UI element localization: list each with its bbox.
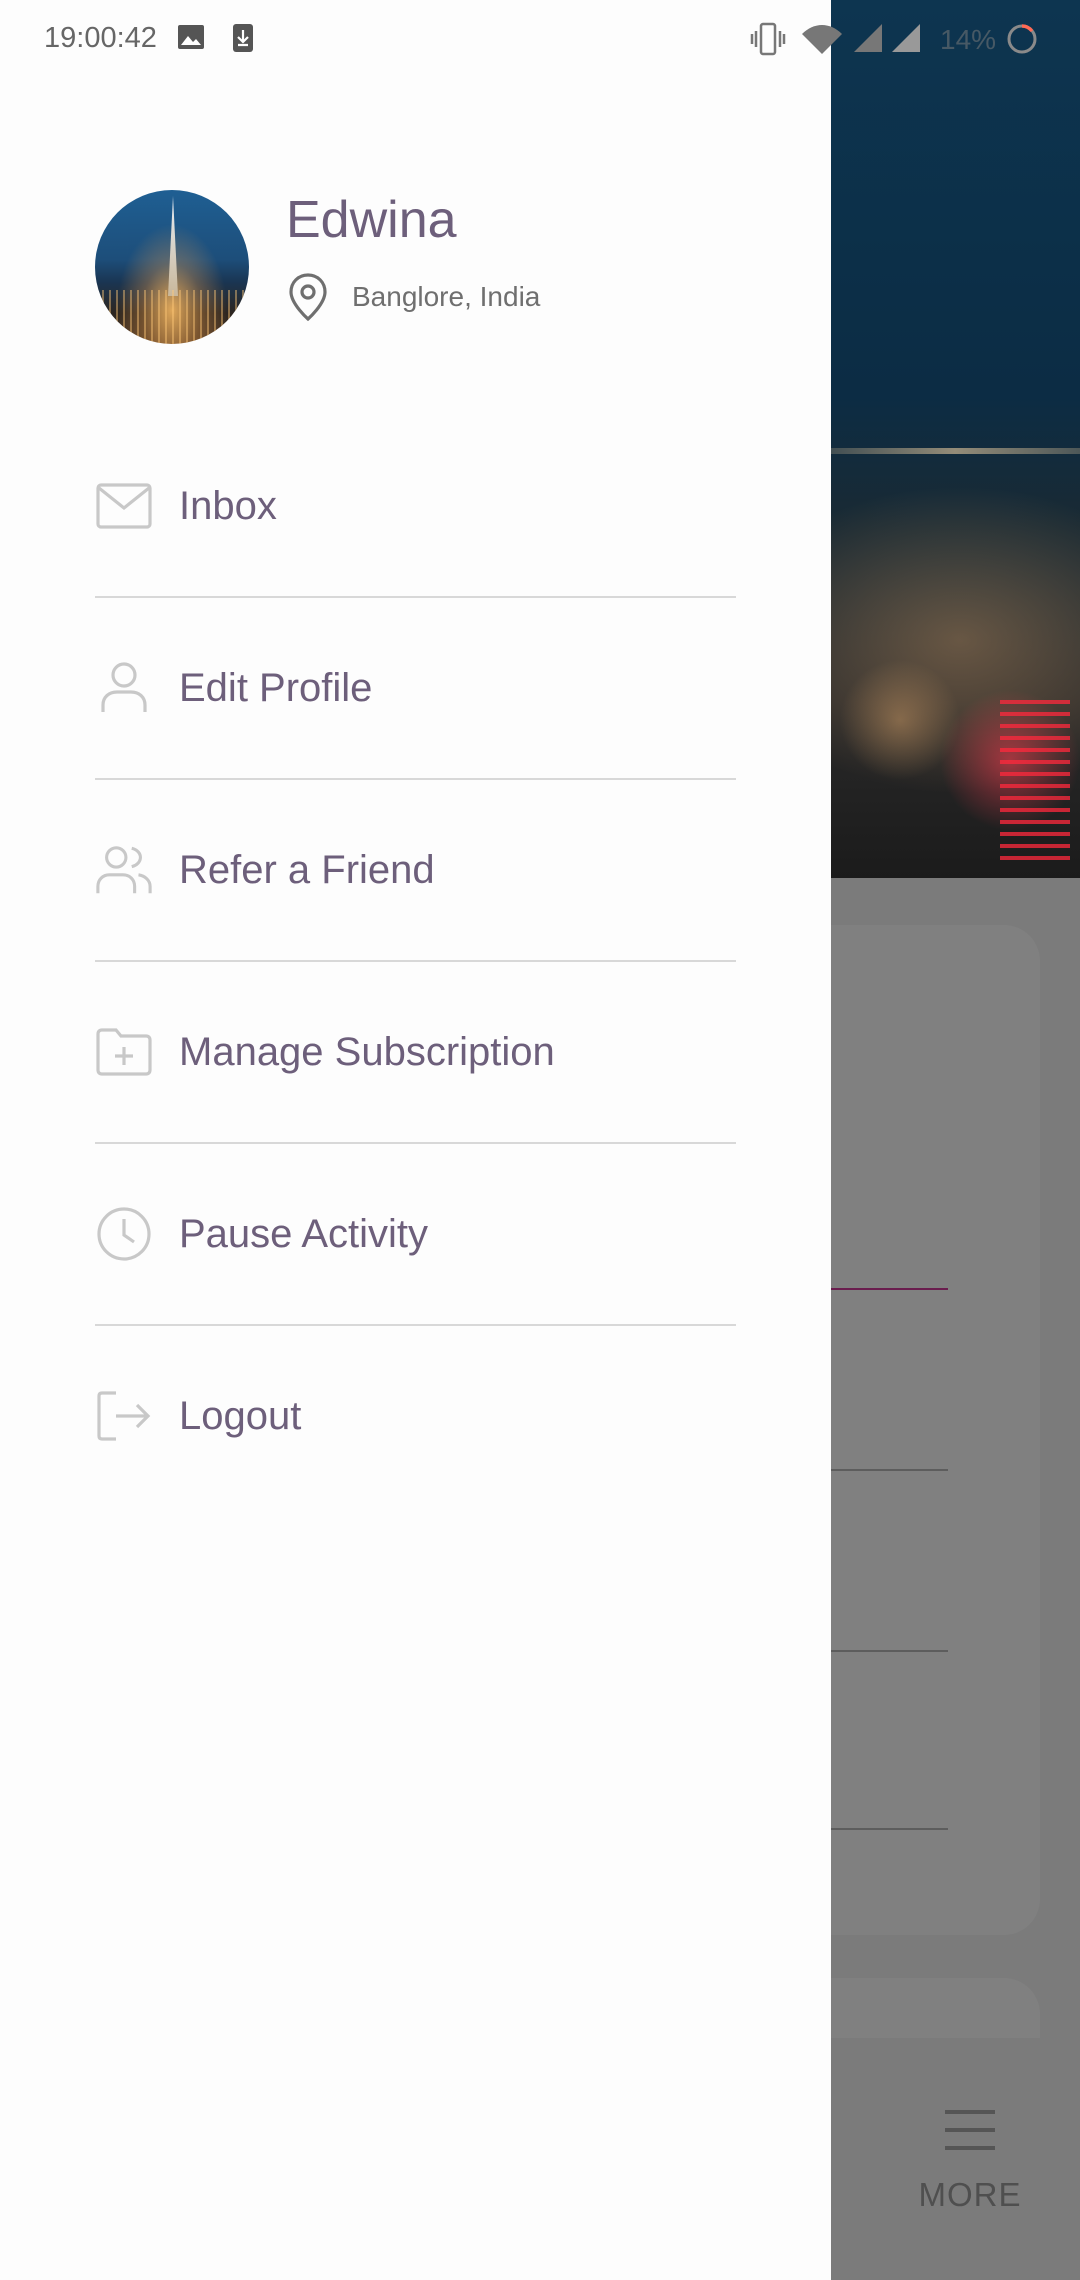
- logout-icon: [95, 1387, 153, 1445]
- profile-location: Banglore, India: [286, 270, 540, 324]
- more-tab[interactable]: MORE: [900, 2110, 1040, 2214]
- menu-item-manage-subscription[interactable]: Manage Subscription: [95, 962, 736, 1142]
- status-time: 19:00:42: [44, 22, 157, 54]
- menu-item-inbox[interactable]: Inbox: [95, 416, 736, 596]
- battery-percentage: 14%: [940, 24, 997, 55]
- status-bar: 19:00:42 14%: [0, 0, 1080, 80]
- user-icon: [95, 659, 153, 717]
- menu-item-logout[interactable]: Logout: [95, 1326, 736, 1506]
- users-icon: [95, 841, 153, 899]
- location-text: Banglore, India: [352, 281, 541, 312]
- menu-item-label: Pause Activity: [179, 1211, 429, 1256]
- background-field-line: [830, 1828, 948, 1830]
- background-field-line-active: [830, 1288, 948, 1290]
- avatar[interactable]: [95, 190, 249, 344]
- drawer-menu: Inbox Edit Profile Refer a Friend Manage…: [95, 416, 736, 1506]
- background-field-line: [830, 1469, 948, 1471]
- cell-signal-2-icon: [892, 24, 920, 52]
- navigation-drawer: Edwina Banglore, India Inbox Edit Profil…: [0, 0, 831, 2280]
- background-field-line: [830, 1650, 948, 1652]
- avatar-city: [95, 290, 249, 344]
- profile-name: Edwina: [286, 191, 457, 249]
- mail-icon: [95, 477, 153, 535]
- cell-signal-icon: [854, 24, 882, 52]
- menu-item-pause-activity[interactable]: Pause Activity: [95, 1144, 736, 1324]
- menu-item-label: Refer a Friend: [179, 847, 435, 892]
- hamburger-icon: [945, 2110, 995, 2150]
- menu-item-label: Inbox: [179, 483, 277, 528]
- menu-item-label: Logout: [179, 1393, 302, 1438]
- menu-item-label: Edit Profile: [179, 665, 373, 710]
- menu-item-edit-profile[interactable]: Edit Profile: [95, 598, 736, 778]
- location-pin-icon: [289, 273, 327, 322]
- clock-icon: [95, 1205, 153, 1263]
- folder-plus-icon: [95, 1023, 153, 1081]
- battery-charging-icon: [1007, 24, 1037, 54]
- image-icon: [178, 25, 204, 49]
- more-tab-label: MORE: [918, 2176, 1022, 2213]
- menu-item-label: Manage Subscription: [179, 1029, 555, 1074]
- background-city-lights: [1000, 700, 1070, 860]
- wifi-icon: [802, 25, 842, 54]
- avatar-tower: [168, 196, 178, 296]
- vibrate-icon: [750, 22, 786, 56]
- background-horizon-lights: [830, 448, 1080, 454]
- download-icon: [233, 24, 253, 52]
- screen: MORE Edwina Banglore, India Inbox Edit P…: [0, 0, 1080, 2280]
- menu-item-refer-a-friend[interactable]: Refer a Friend: [95, 780, 736, 960]
